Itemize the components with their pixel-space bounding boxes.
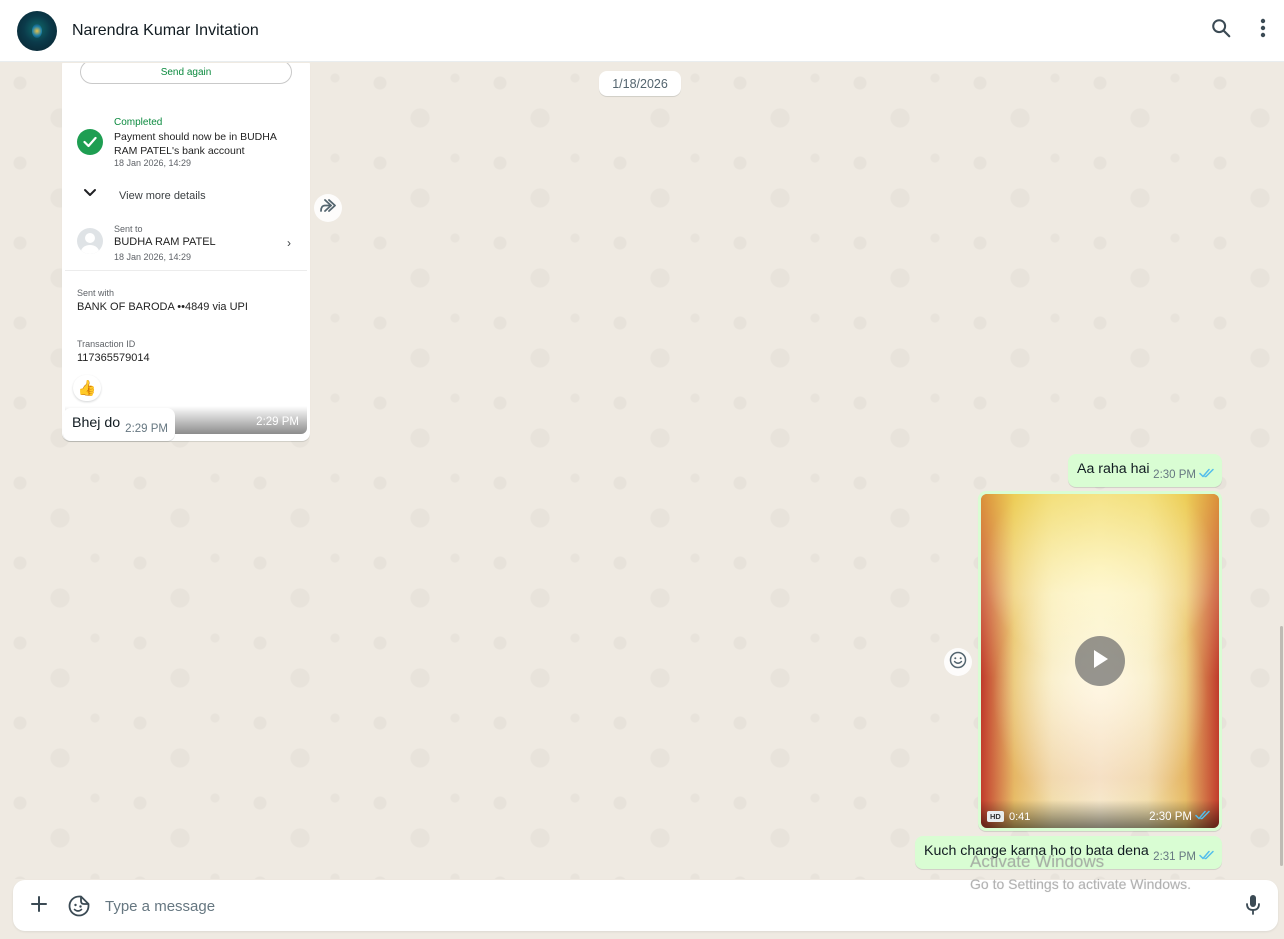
more-vertical-icon[interactable]: [1260, 17, 1266, 39]
message-meta: 2:30 PM: [1149, 810, 1211, 823]
payment-status: Completed: [114, 117, 163, 128]
play-button[interactable]: [1075, 636, 1125, 686]
react-button[interactable]: [944, 648, 972, 676]
send-again-label: Send again: [80, 63, 292, 84]
check-circle-icon: [77, 129, 103, 155]
chevron-right-icon: ›: [287, 236, 291, 250]
chat-header: Narendra Kumar Invitation: [0, 0, 1284, 62]
payment-screenshot[interactable]: Send again Completed Payment should now …: [65, 63, 307, 434]
person-icon: [77, 228, 103, 254]
sent-to-label: Sent to: [114, 224, 143, 234]
mic-icon[interactable]: [1245, 894, 1261, 921]
activate-windows-watermark: Activate Windows Go to Settings to activ…: [970, 852, 1191, 892]
forward-button[interactable]: [314, 194, 342, 222]
chat-area[interactable]: 1/18/2026 Send again Completed Payment s…: [0, 63, 1284, 879]
chevron-down-icon: [83, 188, 97, 201]
scrollbar[interactable]: [1280, 626, 1283, 866]
message-text: Bhej do: [72, 415, 121, 431]
message-time: 2:29 PM: [256, 416, 299, 428]
message-input[interactable]: [105, 892, 1205, 920]
outgoing-message[interactable]: Aa raha hai 2:30 PM: [1068, 454, 1222, 487]
date-chip: 1/18/2026: [599, 71, 681, 96]
bank-account: BANK OF BARODA ••4849 via UPI: [77, 301, 248, 313]
recipient-name: BUDHA RAM PATEL: [114, 236, 216, 248]
view-more-details: View more details: [119, 190, 206, 202]
recipient-date: 18 Jan 2026, 14:29: [114, 252, 192, 262]
message-time: 2:30 PM: [1149, 810, 1192, 823]
message-time: 2:30 PM: [1153, 468, 1196, 481]
message-text: Aa raha hai: [1077, 461, 1150, 477]
payment-message: Payment should now be in BUDHA RAM PATEL…: [114, 131, 277, 157]
message-meta: 2:29 PM: [125, 423, 168, 435]
sticker-icon[interactable]: [67, 894, 91, 923]
chat-title[interactable]: Narendra Kumar Invitation: [72, 22, 259, 40]
payment-date: 18 Jan 2026, 14:29: [114, 158, 192, 168]
search-icon[interactable]: [1210, 17, 1232, 39]
transaction-label: Transaction ID: [77, 339, 136, 349]
header-actions: [1210, 17, 1266, 39]
emoji-icon: [949, 651, 967, 674]
message-time: 2:29 PM: [125, 423, 168, 435]
read-ticks-icon: [1199, 468, 1215, 481]
video-message[interactable]: HD 0:41 2:30 PM: [978, 491, 1222, 831]
transaction-id: 117365579014: [77, 352, 150, 364]
watermark-subtitle: Go to Settings to activate Windows.: [970, 876, 1191, 892]
avatar[interactable]: [17, 10, 57, 51]
video-thumbnail[interactable]: HD 0:41 2:30 PM: [981, 494, 1219, 828]
sent-with-label: Sent with: [77, 288, 115, 298]
plus-icon[interactable]: [29, 894, 49, 919]
read-ticks-icon: [1195, 810, 1211, 823]
hd-badge: HD: [987, 811, 1004, 822]
forward-icon: [319, 198, 337, 218]
video-duration: 0:41: [1009, 811, 1031, 823]
play-icon: [1091, 649, 1109, 674]
reaction-badge[interactable]: 👍: [73, 375, 101, 401]
divider: [65, 270, 307, 271]
incoming-message[interactable]: Bhej do 2:29 PM: [63, 408, 175, 441]
read-ticks-icon: [1199, 850, 1215, 863]
watermark-title: Activate Windows: [970, 852, 1105, 871]
message-meta: 2:30 PM: [1153, 468, 1215, 481]
